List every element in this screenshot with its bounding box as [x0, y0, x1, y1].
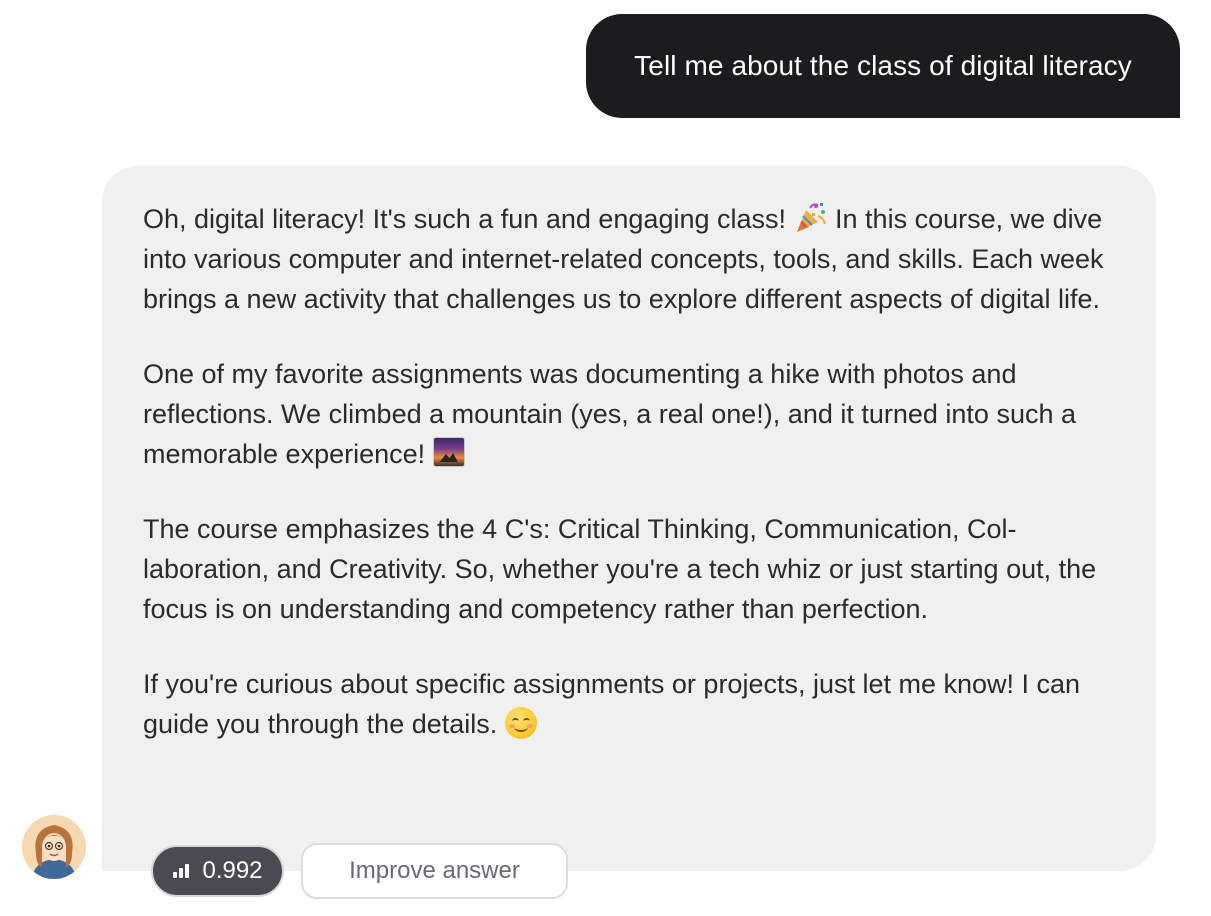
sunrise-over-mountains-emoji — [432, 437, 465, 467]
avatar-illustration — [22, 815, 86, 879]
assistant-message-bubble: Oh, digital literacy! It's such a fun an… — [102, 166, 1156, 871]
user-message-bubble: Tell me about the class of digital liter… — [586, 14, 1180, 118]
assistant-paragraph-4-text: If you're curious about specific assignm… — [143, 669, 1081, 739]
assistant-paragraph-1: Oh, digital literacy! It's such a fun an… — [143, 199, 1115, 319]
assistant-paragraph-3: The course emphasizes the 4 C's: Critica… — [143, 509, 1115, 629]
party-popper-emoji — [796, 203, 826, 232]
assistant-avatar-icon — [22, 815, 86, 879]
user-message-text: Tell me about the class of digital liter… — [634, 50, 1132, 81]
assistant-paragraph-2-text: One of my favorite assignments was docum… — [143, 359, 1076, 469]
confidence-score-badge[interactable]: 0.992 — [151, 845, 284, 897]
chat-view: Tell me about the class of digital liter… — [0, 0, 1211, 916]
assistant-paragraph-2: One of my favorite assignments was docum… — [143, 354, 1115, 474]
smiling-face-emoji — [504, 707, 537, 739]
assistant-paragraph-1-text-a: Oh, digital literacy! It's such a fun an… — [143, 204, 794, 234]
improve-answer-button[interactable]: Improve answer — [301, 843, 568, 899]
confidence-score-value: 0.992 — [202, 857, 263, 884]
assistant-paragraph-4: If you're curious about specific assignm… — [143, 664, 1115, 744]
improve-answer-label: Improve answer — [349, 857, 520, 884]
signal-bars-icon — [173, 864, 190, 878]
assistant-paragraph-3-text: The course emphasizes the 4 C's: Critica… — [143, 514, 1097, 624]
